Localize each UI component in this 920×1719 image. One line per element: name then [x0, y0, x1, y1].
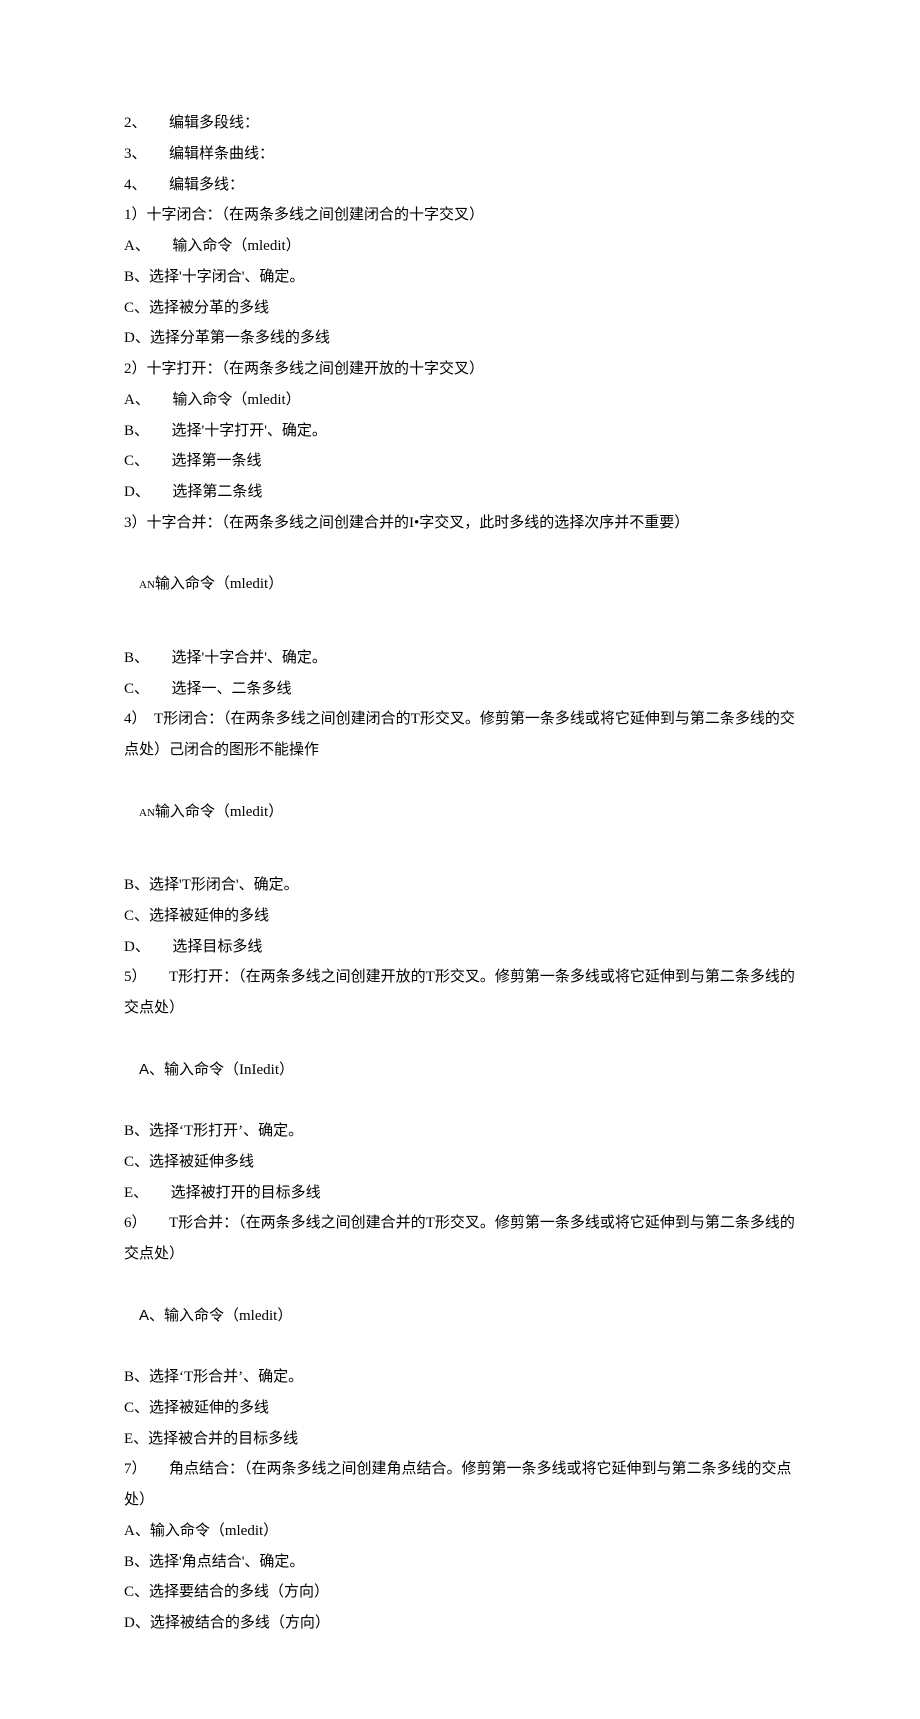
text-line: E、 选择被打开的目标多线 — [124, 1178, 796, 1209]
text-line: D、选择分革第一条多线的多线 — [124, 323, 796, 354]
document-page: 2、 编辑多段线： 3、 编辑样条曲线： 4、 编辑多线： 1）十字闭合：（在两… — [0, 0, 920, 1719]
text-line: C、选择被延伸的多线 — [124, 901, 796, 932]
text-line: C、选择要结合的多线（方向） — [124, 1577, 796, 1608]
text-line: D、选择被结合的多线（方向） — [124, 1608, 796, 1639]
text-line: AN输入命令（mledit） — [124, 539, 796, 631]
blank-line — [124, 858, 796, 870]
text-line: A、输入命令（InIedit） — [124, 1024, 796, 1116]
text-line: A、输入命令（mledit） — [124, 1270, 796, 1362]
text-line: 2、 编辑多段线： — [124, 108, 796, 139]
text-line: E、选择被合并的目标多线 — [124, 1424, 796, 1455]
text-line: 4、 编辑多线： — [124, 170, 796, 201]
text-line: 4） T形闭合：（在两条多线之间创建闭合的T形交叉。修剪第一条多线或将它延伸到与… — [124, 704, 796, 766]
text-line: 6） T形合并：（在两条多线之间创建合并的T形交叉。修剪第一条多线或将它延伸到与… — [124, 1208, 796, 1270]
text-line: 5） T形打开：（在两条多线之间创建开放的T形交叉。修剪第一条多线或将它延伸到与… — [124, 962, 796, 1024]
text-line: B、选择'角点结合'、确定。 — [124, 1547, 796, 1578]
text-line: C、 选择一、二条多线 — [124, 674, 796, 705]
text-line: B、选择'T形闭合'、确定。 — [124, 870, 796, 901]
text-line: 3、 编辑样条曲线： — [124, 139, 796, 170]
text-line: C、 选择第一条线 — [124, 446, 796, 477]
sans-letter-a: A — [139, 1061, 149, 1078]
text-line: C、选择被延伸的多线 — [124, 1393, 796, 1424]
text-line: C、选择被延伸多线 — [124, 1147, 796, 1178]
an-subscript: AN — [139, 579, 155, 591]
text-content: 输入命令（mledit） — [155, 804, 283, 820]
text-line: 7） 角点结合：（在两条多线之间创建角点结合。修剪第一条多线或将它延伸到与第二条… — [124, 1454, 796, 1516]
text-line: A、 输入命令（mledit） — [124, 385, 796, 416]
text-line: D、 选择目标多线 — [124, 932, 796, 963]
sans-letter-a: A — [139, 1307, 149, 1324]
text-line: B、选择'十字闭合'、确定。 — [124, 262, 796, 293]
text-line: B、选择‘T形打开’、确定。 — [124, 1116, 796, 1147]
text-line: 2）十字打开：（在两条多线之间创建开放的十字交叉） — [124, 354, 796, 385]
text-line: A、 输入命令（mledit） — [124, 231, 796, 262]
text-line: AN输入命令（mledit） — [124, 766, 796, 858]
text-line: B、 选择'十字打开'、确定。 — [124, 416, 796, 447]
text-line: 1）十字闭合：（在两条多线之间创建闭合的十字交叉） — [124, 200, 796, 231]
text-content: 输入命令（mledit） — [155, 576, 283, 592]
text-content: 、输入命令（InIedit） — [149, 1062, 294, 1078]
text-content: 、输入命令（mledit） — [149, 1308, 292, 1324]
text-line: C、选择被分革的多线 — [124, 293, 796, 324]
blank-line — [124, 631, 796, 643]
an-subscript: AN — [139, 807, 155, 819]
text-line: A、输入命令（mledit） — [124, 1516, 796, 1547]
text-line: B、 选择'十字合并'、确定。 — [124, 643, 796, 674]
text-line: 3）十字合并：（在两条多线之间创建合并的I•字交叉，此时多线的选择次序并不重要） — [124, 508, 796, 539]
text-line: D、 选择第二条线 — [124, 477, 796, 508]
text-line: B、选择‘T形合并’、确定。 — [124, 1362, 796, 1393]
